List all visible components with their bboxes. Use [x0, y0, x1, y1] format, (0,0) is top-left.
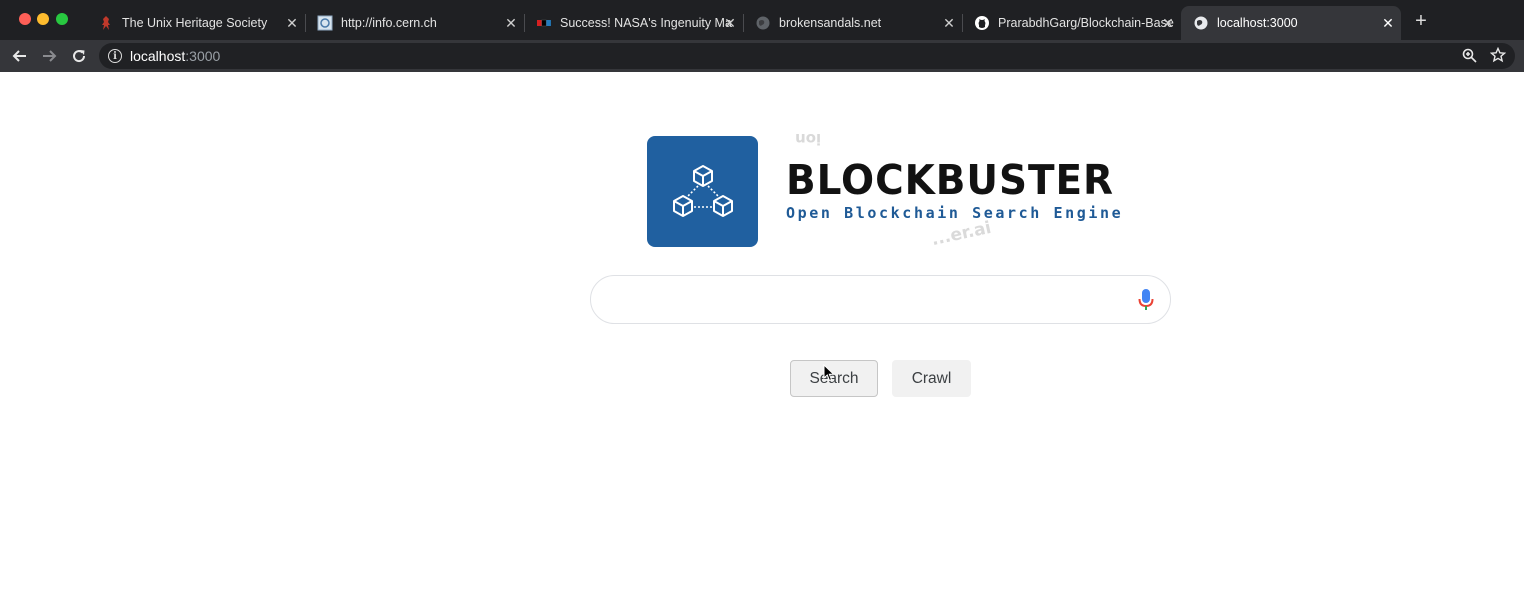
reload-button[interactable]: [68, 45, 90, 67]
tab-title: localhost:3000: [1217, 16, 1298, 30]
tab-localhost[interactable]: localhost:3000 ✕: [1181, 6, 1401, 40]
watermark-text: ...er.ai: [929, 217, 994, 251]
brand-tagline: Open Blockchain Search Engine: [786, 204, 1124, 222]
tab-info-cern[interactable]: http://info.cern.ch ✕: [305, 6, 525, 40]
tab-brokensandals[interactable]: brokensandals.net ✕: [743, 6, 963, 40]
close-tab-icon[interactable]: ✕: [721, 14, 739, 32]
npr-icon: [536, 15, 552, 31]
daemon-icon: [98, 15, 114, 31]
tab-title: http://info.cern.ch: [341, 16, 437, 30]
tab-github-repo[interactable]: PrarabdhGarg/Blockchain-Base ✕: [962, 6, 1181, 40]
tab-title: brokensandals.net: [779, 16, 882, 30]
forward-button[interactable]: [38, 45, 60, 67]
tab-unix-heritage[interactable]: The Unix Heritage Society ✕: [86, 6, 306, 40]
globe-icon: [1193, 15, 1209, 31]
blockchain-cubes-icon: [673, 165, 733, 217]
mouse-cursor-icon: [823, 364, 835, 382]
watermark-text: ion: [795, 130, 822, 148]
close-tab-icon[interactable]: ✕: [1159, 14, 1177, 32]
minimize-window-button[interactable]: [37, 13, 49, 25]
close-tab-icon[interactable]: ✕: [1379, 14, 1397, 32]
address-bar[interactable]: i localhost:3000: [99, 43, 1515, 69]
page-icon: [317, 15, 333, 31]
tab-strip: The Unix Heritage Society ✕ http://info.…: [0, 0, 1524, 40]
address-host: localhost: [130, 48, 186, 64]
github-icon: [974, 15, 990, 31]
microphone-icon[interactable]: [1137, 288, 1155, 312]
tab-npr-nasa[interactable]: Success! NASA's Ingenuity Ma ✕: [524, 6, 744, 40]
reload-icon: [73, 50, 86, 63]
tab-title: The Unix Heritage Society: [122, 16, 268, 30]
address-url: localhost:3000: [130, 48, 220, 64]
brand-name: BLOCKBUSTER: [786, 156, 1114, 204]
zoom-icon[interactable]: [1460, 46, 1478, 64]
crawl-button[interactable]: Crawl: [892, 360, 971, 397]
close-tab-icon[interactable]: ✕: [502, 14, 520, 32]
arrow-left-icon: [12, 50, 26, 62]
logo: [647, 136, 758, 247]
address-port: :3000: [185, 48, 221, 64]
maximize-window-button[interactable]: [56, 13, 68, 25]
tab-title: Success! NASA's Ingenuity Ma: [560, 16, 732, 30]
close-tab-icon[interactable]: ✕: [283, 14, 301, 32]
new-tab-button[interactable]: +: [1411, 11, 1431, 31]
search-field[interactable]: [611, 288, 1121, 312]
site-info-icon[interactable]: i: [108, 49, 122, 63]
close-tab-icon[interactable]: ✕: [940, 14, 958, 32]
browser-toolbar: i localhost:3000: [0, 40, 1524, 72]
bookmark-star-icon[interactable]: [1489, 46, 1507, 64]
back-button[interactable]: [9, 45, 31, 67]
arrow-right-icon: [43, 50, 57, 62]
page-content: ion ...er.ai BLOCKBUSTER Open Blockchain: [0, 72, 1524, 603]
tab-title: PrarabdhGarg/Blockchain-Base: [998, 16, 1174, 30]
globe-icon: [755, 15, 771, 31]
close-window-button[interactable]: [19, 13, 31, 25]
search-input[interactable]: [590, 275, 1171, 324]
